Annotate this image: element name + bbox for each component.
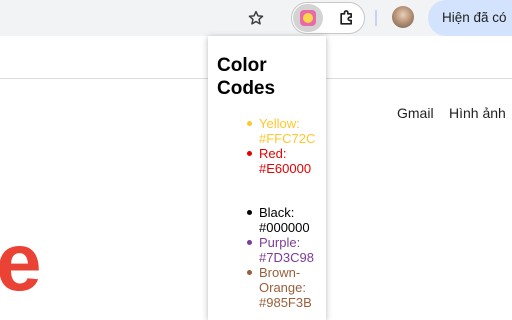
color-code: #985F3B — [259, 295, 312, 310]
bullet-icon — [247, 270, 252, 275]
color-name: Yellow: — [259, 116, 300, 131]
list-item: Brown- Orange: #985F3B — [208, 265, 326, 310]
popup-title-line2: Codes — [217, 78, 276, 99]
color-list-group1: Yellow: #FFC72C Red: #E60000 — [208, 116, 326, 176]
gmail-link[interactable]: Gmail — [397, 105, 434, 121]
popup-title: Color Codes — [217, 54, 317, 100]
color-code: #000000 — [259, 220, 310, 235]
color-name-line2: Orange: — [259, 280, 306, 295]
bullet-icon — [247, 151, 252, 156]
toolbar-separator — [375, 10, 377, 26]
color-name: Black: — [259, 205, 295, 220]
images-link[interactable]: Hình ảnh — [449, 105, 506, 121]
color-name: Red: — [259, 146, 287, 161]
puzzle-extensions-icon[interactable] — [335, 6, 359, 30]
color-list-group2: Black: #000000 Purple: #7D3C98 Brown- Or… — [208, 205, 326, 310]
list-item: Black: #000000 — [208, 205, 326, 235]
color-codes-extension-icon[interactable] — [293, 4, 323, 32]
bullet-icon — [247, 121, 252, 126]
list-item: Red: #E60000 — [208, 146, 326, 176]
profile-avatar[interactable] — [392, 6, 414, 28]
logo-letter: e — [0, 217, 42, 308]
popup-title-line1: Color — [217, 55, 267, 76]
star-icon[interactable] — [244, 6, 268, 30]
bullet-icon — [247, 240, 252, 245]
color-codes-popup: Color Codes Yellow: #FFC72C Red: #E60000… — [208, 36, 326, 320]
color-name: Purple: — [259, 235, 301, 250]
color-code: #7D3C98 — [259, 250, 314, 265]
list-item: Yellow: #FFC72C — [208, 116, 326, 146]
color-code: #E60000 — [259, 161, 312, 176]
bullet-icon — [247, 210, 252, 215]
color-code: #FFC72C — [259, 131, 316, 146]
update-button[interactable]: Hiện đã có — [428, 0, 512, 36]
list-item: Purple: #7D3C98 — [208, 235, 326, 265]
color-name-line1: Brown- — [259, 265, 301, 280]
